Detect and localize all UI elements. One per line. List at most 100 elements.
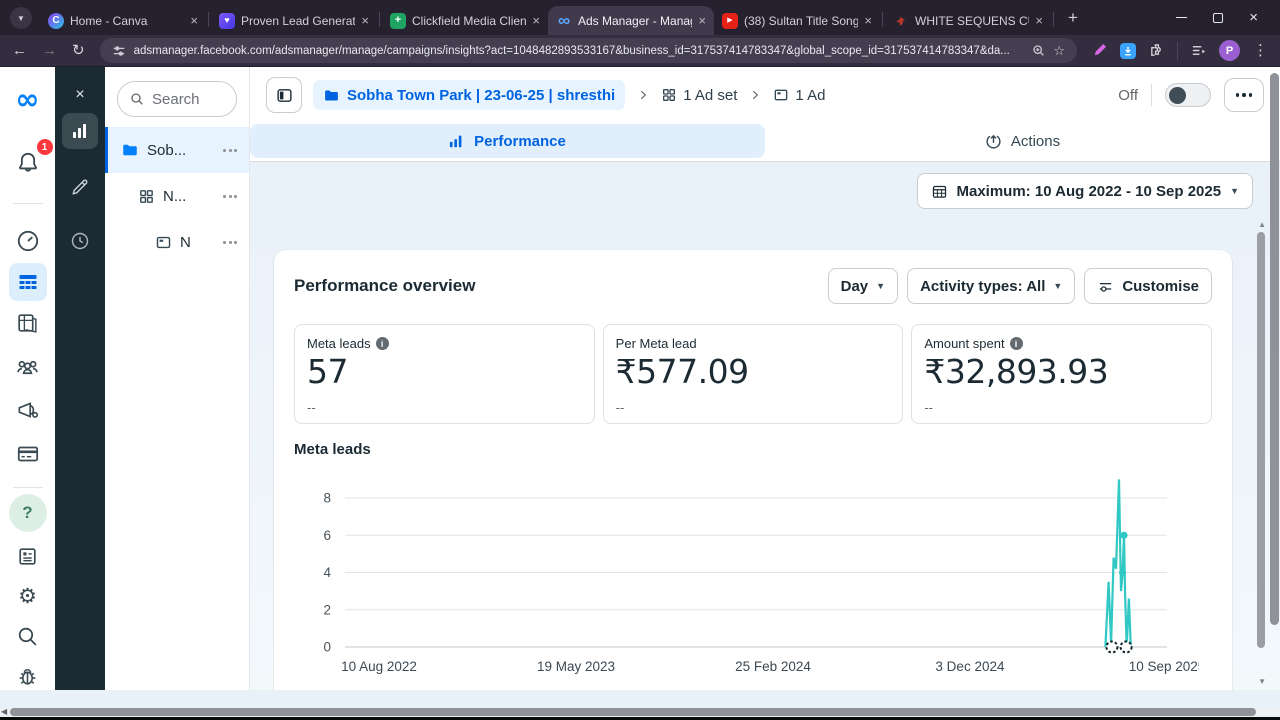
activity-types-dropdown[interactable]: Activity types: All ▼ <box>907 268 1076 304</box>
day-label: Day <box>840 277 869 295</box>
browser-tab-clickfield[interactable]: + Clickfield Media Clients - G × <box>382 6 548 35</box>
tree-item-ad[interactable]: N <box>105 219 249 265</box>
day-dropdown[interactable]: Day ▼ <box>827 268 899 304</box>
customise-label: Customise <box>1122 277 1199 295</box>
new-tab-button[interactable]: + <box>1060 5 1086 31</box>
svg-text:0: 0 <box>323 640 331 655</box>
tab-close-icon[interactable]: × <box>864 14 872 27</box>
extensions-puzzle-icon[interactable] <box>1149 43 1164 58</box>
adset-label: N... <box>163 187 187 205</box>
window-close-button[interactable]: × <box>1249 10 1258 25</box>
help-button[interactable]: ? <box>8 494 47 532</box>
metric-cards: Meta leads i 57 -- Per Meta lead ₹577.09 … <box>294 324 1213 424</box>
tab-close-icon[interactable]: × <box>361 14 369 27</box>
inner-scroll-down-arrow[interactable]: ▼ <box>1258 678 1266 686</box>
tab-divider <box>379 12 380 27</box>
collapse-sidebar-button[interactable] <box>266 77 302 113</box>
settings-gear-button[interactable]: ⚙ <box>9 577 47 615</box>
adset-kebab-menu[interactable] <box>223 194 237 198</box>
campaign-kebab-menu[interactable] <box>223 148 237 152</box>
date-range-selector[interactable]: Maximum: 10 Aug 2022 - 10 Sep 2025 ▼ <box>916 173 1253 209</box>
account-overview-gauge-button[interactable] <box>9 222 47 260</box>
inner-vertical-scrollbar[interactable] <box>1257 232 1265 648</box>
heart-favicon-icon: ♥ <box>219 12 235 29</box>
reading-list-icon[interactable] <box>1191 43 1206 58</box>
notifications-bell-button[interactable]: 1 <box>9 139 53 182</box>
close-panel-icon[interactable]: × <box>75 87 84 103</box>
forward-button[interactable]: → <box>42 43 57 58</box>
campaigns-table-button[interactable] <box>8 263 47 301</box>
performance-tab-label: Performance <box>474 132 566 150</box>
profile-avatar[interactable]: P <box>1219 40 1240 61</box>
search-button[interactable] <box>9 617 47 655</box>
breadcrumb-ad[interactable]: 1 Ad <box>773 87 825 104</box>
tab-title: Clickfield Media Clients - G <box>412 13 527 28</box>
chevron-right-icon <box>641 90 647 100</box>
tab-close-icon[interactable]: × <box>532 14 540 27</box>
inner-scroll-up-arrow[interactable]: ▲ <box>1258 221 1266 229</box>
campaign-tree-panel: Search Sob... N... N <box>105 67 250 690</box>
tab-title: WHITE SEQUENS CUTDAN <box>915 13 1029 28</box>
browser-tab-white-sequens[interactable]: WHITE SEQUENS CUTDAN × <box>885 6 1051 35</box>
browser-menu-kebab-icon[interactable]: ⋮ <box>1253 43 1268 58</box>
breadcrumb-adset[interactable]: 1 Ad set <box>661 87 737 104</box>
browser-tab-youtube[interactable]: ▶ (38) Sultan Title Song | Sal × <box>714 6 880 35</box>
meta-logo-icon[interactable]: ∞ <box>9 80 47 118</box>
customise-button[interactable]: Customise <box>1084 268 1212 304</box>
billing-card-button[interactable] <box>9 435 47 473</box>
info-icon[interactable]: i <box>1009 337 1023 350</box>
actions-tab-label: Actions <box>1010 132 1061 150</box>
bookmark-star-icon[interactable]: ☆ <box>1053 44 1065 57</box>
back-button[interactable]: ← <box>12 43 27 58</box>
browser-tab-proven-lead[interactable]: ♥ Proven Lead Generation St × <box>211 6 377 35</box>
breadcrumb-campaign-chip[interactable]: Sobha Town Park | 23-06-25 | shresthi <box>313 80 626 110</box>
activity-types-label: Activity types: All <box>920 277 1046 295</box>
url-text[interactable]: adsmanager.facebook.com/adsmanager/manag… <box>134 45 1025 57</box>
history-clock-button[interactable] <box>64 225 96 257</box>
download-icon[interactable] <box>1120 42 1136 59</box>
overview-title: Performance overview <box>294 276 476 295</box>
edit-pencil-button[interactable] <box>64 171 96 203</box>
scroll-left-arrow[interactable]: ◀ <box>1 708 7 716</box>
horizontal-scrollbar-thumb[interactable] <box>10 708 1257 716</box>
tab-search-chevron-icon[interactable]: ▼ <box>10 7 32 29</box>
ad-kebab-menu[interactable] <box>223 240 237 244</box>
tree-item-campaign[interactable]: Sob... <box>105 127 249 173</box>
ads-reporting-pages-button[interactable] <box>9 304 47 342</box>
tab-divider <box>208 12 209 27</box>
info-icon[interactable]: i <box>375 337 389 350</box>
tab-performance[interactable]: Performance <box>250 124 765 158</box>
more-options-button[interactable] <box>1224 78 1264 112</box>
performance-chart-tool-button[interactable] <box>62 113 98 149</box>
zoom-page-icon[interactable] <box>1032 44 1045 57</box>
metric-meta-leads: Meta leads i 57 -- <box>294 324 595 424</box>
address-bar[interactable]: adsmanager.facebook.com/adsmanager/manag… <box>99 38 1077 63</box>
tab-title: (38) Sultan Title Song | Sal <box>744 13 859 28</box>
tree-item-adset[interactable]: N... <box>105 173 249 219</box>
business-news-button[interactable] <box>9 537 47 575</box>
audiences-people-button[interactable] <box>9 347 47 385</box>
metric-per-meta-lead: Per Meta lead ₹577.09 -- <box>602 324 904 424</box>
pen-extension-icon[interactable] <box>1092 43 1107 58</box>
reload-button[interactable]: ↻ <box>72 43 85 58</box>
site-settings-icon[interactable] <box>112 44 126 58</box>
tab-actions[interactable]: Actions <box>765 124 1280 158</box>
browser-tab-ads-manager-active[interactable]: ∞ Ads Manager - Manage ad × <box>548 6 714 35</box>
window-maximize-button[interactable] <box>1213 12 1224 23</box>
tree-search-input[interactable]: Search <box>117 81 237 117</box>
browser-tab-canva[interactable]: C Home - Canva × <box>40 6 206 35</box>
chart-title: Meta leads <box>294 441 371 458</box>
canva-favicon-icon: C <box>48 12 64 29</box>
tab-close-icon[interactable]: × <box>698 14 706 27</box>
campaign-status-toggle[interactable] <box>1165 83 1211 107</box>
caret-down-icon: ▼ <box>1230 186 1239 196</box>
outer-vertical-scrollbar[interactable] <box>1270 73 1279 625</box>
advertising-megaphone-button[interactable] <box>9 391 47 429</box>
main-panel: Sobha Town Park | 23-06-25 | shresthi 1 … <box>250 67 1280 690</box>
tab-close-icon[interactable]: × <box>190 14 198 27</box>
metric-sub: -- <box>307 400 316 415</box>
svg-text:2: 2 <box>323 602 331 617</box>
tab-close-icon[interactable]: × <box>1035 14 1043 27</box>
bird-favicon-icon <box>893 13 909 29</box>
window-minimize-button[interactable] <box>1176 16 1188 19</box>
